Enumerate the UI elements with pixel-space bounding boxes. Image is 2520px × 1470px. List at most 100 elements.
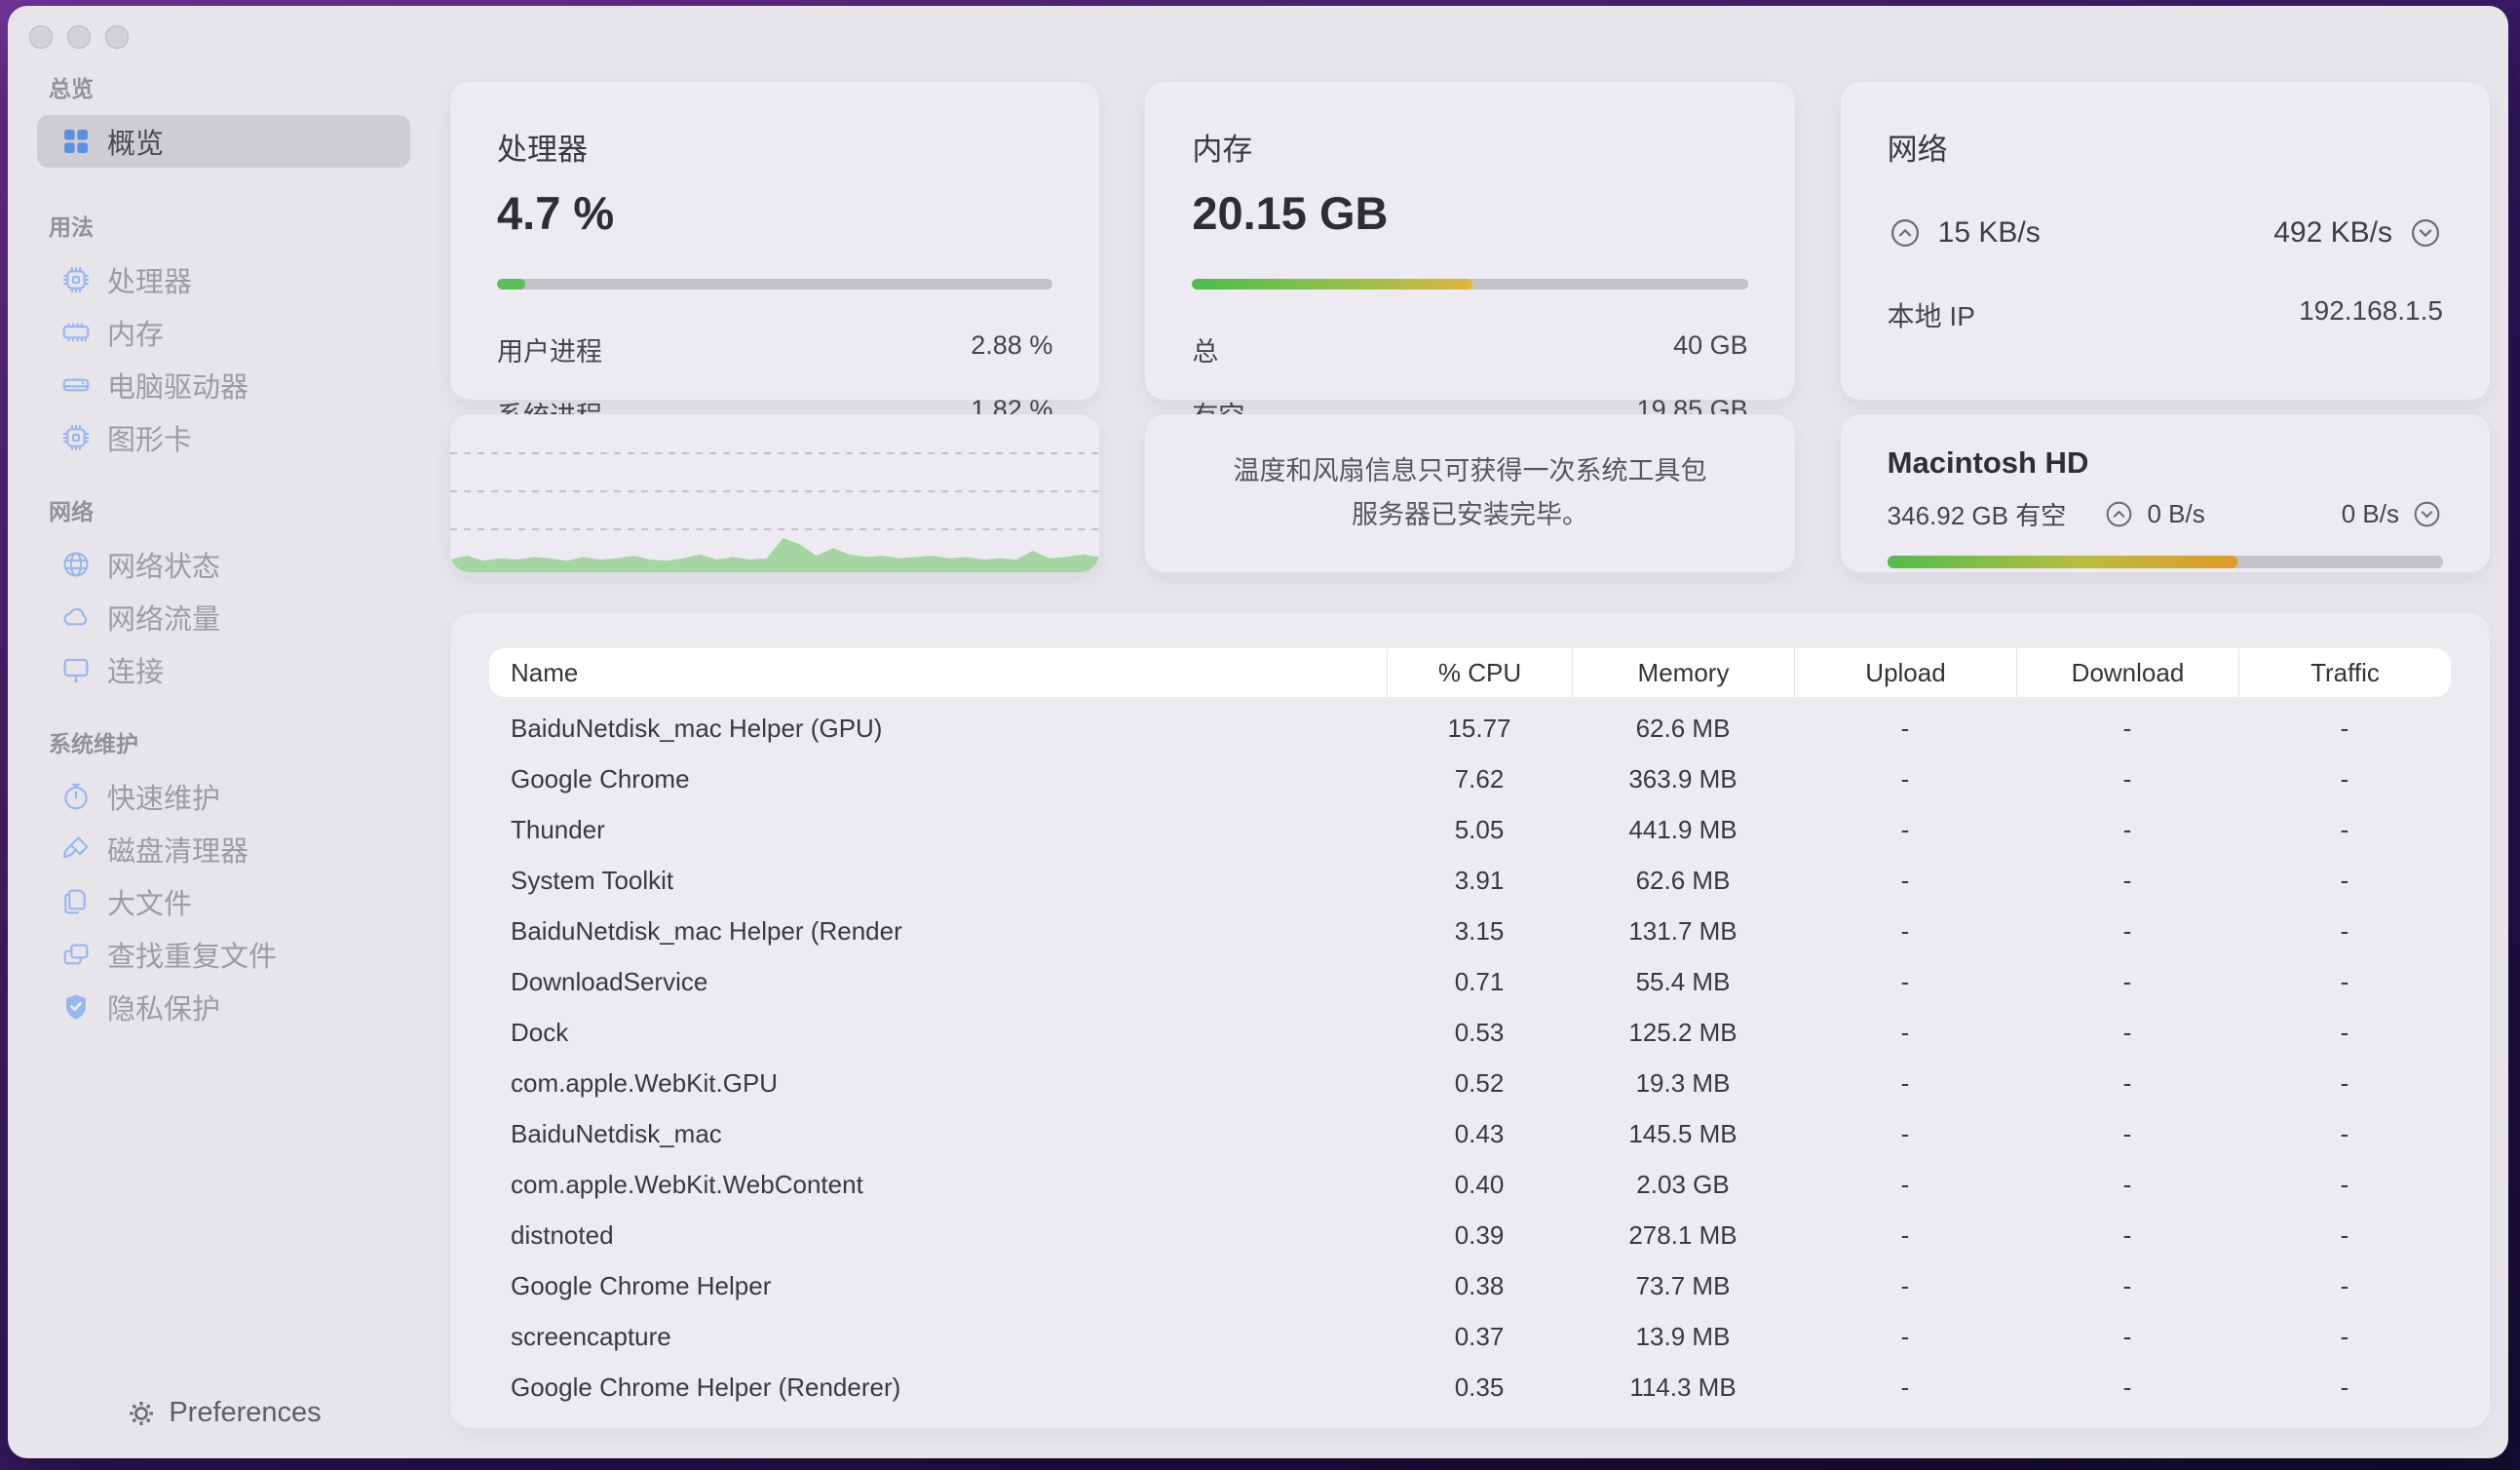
memory-card: 内存 20.15 GB 总 40 GB 有空 19.85 GB xyxy=(1145,82,1794,400)
disk-write-arrow-icon xyxy=(2103,498,2135,530)
cpu-user-label: 用户进程 xyxy=(497,330,602,368)
column-header-cpu[interactable]: % CPU xyxy=(1387,648,1572,697)
sidebar-item-label: 磁盘清理器 xyxy=(107,829,248,870)
sidebar-item-quick-maintenance[interactable]: 快速维护 xyxy=(37,770,410,823)
table-row[interactable]: Google Chrome Helper 0.38 73.7 MB - - - xyxy=(489,1260,2451,1311)
sidebar-item-find-duplicates[interactable]: 查找重复文件 xyxy=(37,928,410,981)
table-row[interactable]: com.apple.WebKit.GPU 0.52 19.3 MB - - - xyxy=(489,1058,2451,1108)
sidebar: 总览 概览 用法 处理器 内存 电脑驱动器 xyxy=(8,6,443,1458)
cpu-usage-bar-fill xyxy=(497,279,525,290)
column-header-traffic[interactable]: Traffic xyxy=(2238,648,2451,697)
sidebar-item-privacy[interactable]: 隐私保护 xyxy=(37,981,410,1033)
shield-icon xyxy=(60,991,92,1023)
table-row[interactable]: BaiduNetdisk_mac 0.43 145.5 MB - - - xyxy=(489,1108,2451,1159)
summary-cards-row: 处理器 4.7 % 用户进程 2.88 % 系统进程 1.82 % 内存 20.… xyxy=(450,82,2490,400)
sidebar-item-label: 快速维护 xyxy=(107,776,220,817)
sidebar-item-label: 电脑驱动器 xyxy=(107,365,248,406)
table-row[interactable]: screencapture 0.37 13.9 MB - - - xyxy=(489,1311,2451,1362)
process-cpu-cell: 5.05 xyxy=(1387,815,1572,845)
process-cpu-cell: 7.62 xyxy=(1387,764,1572,794)
sidebar-item-memory[interactable]: 内存 xyxy=(37,306,410,359)
table-row[interactable]: Dock 0.53 125.2 MB - - - xyxy=(489,1007,2451,1058)
sidebar-item-network-status[interactable]: 网络状态 xyxy=(37,538,410,591)
process-traffic-cell: - xyxy=(2238,967,2451,997)
cpu-card-title: 处理器 xyxy=(497,125,1052,169)
process-name-cell: Google Chrome Helper (Renderer) xyxy=(489,1373,1387,1403)
disk-usage-bar xyxy=(1888,556,2443,568)
process-download-cell: - xyxy=(2016,1373,2238,1403)
table-row[interactable]: BaiduNetdisk_mac Helper (Render 3.15 131… xyxy=(489,906,2451,956)
process-traffic-cell: - xyxy=(2238,1271,2451,1301)
zoom-button[interactable] xyxy=(105,25,129,49)
sensors-notice-card: 温度和风扇信息只可获得一次系统工具包 服务器已安装完毕。 xyxy=(1145,414,1794,572)
sidebar-item-gpu[interactable]: 图形卡 xyxy=(37,411,410,464)
process-name-cell: BaiduNetdisk_mac Helper (GPU) xyxy=(489,714,1387,744)
upload-arrow-icon xyxy=(1888,215,1923,251)
preferences-button[interactable]: Preferences xyxy=(126,1397,321,1429)
network-card-title: 网络 xyxy=(1888,125,2443,169)
table-row[interactable]: com.apple.WebKit.WebContent 0.40 2.03 GB… xyxy=(489,1159,2451,1210)
sidebar-item-cpu[interactable]: 处理器 xyxy=(37,253,410,306)
disk-card: Macintosh HD 346.92 GB 有空 0 B/s 0 B/s xyxy=(1841,414,2490,572)
network-download-value: 492 KB/s xyxy=(2273,216,2392,250)
sidebar-item-large-files[interactable]: 大文件 xyxy=(37,875,410,928)
process-name-cell: Google Chrome xyxy=(489,764,1387,794)
process-cpu-cell: 0.71 xyxy=(1387,967,1572,997)
process-traffic-cell: - xyxy=(2238,815,2451,845)
column-header-upload[interactable]: Upload xyxy=(1794,648,2016,697)
disk-read-speed: 0 B/s xyxy=(2342,498,2443,530)
sidebar-item-overview[interactable]: 概览 xyxy=(37,115,410,168)
cpu-history-chart xyxy=(450,414,1099,572)
memory-total-label: 总 xyxy=(1192,330,1218,368)
table-row[interactable]: Google Chrome 7.62 363.9 MB - - - xyxy=(489,754,2451,804)
sidebar-item-label: 处理器 xyxy=(107,259,192,300)
network-upload-value: 15 KB/s xyxy=(1938,216,2041,250)
process-cpu-cell: 0.43 xyxy=(1387,1119,1572,1149)
brush-icon xyxy=(60,833,92,865)
traffic-lights xyxy=(29,25,129,49)
table-row[interactable]: System Toolkit 3.91 62.6 MB - - - xyxy=(489,855,2451,906)
display-icon xyxy=(60,654,92,685)
sidebar-item-network-traffic[interactable]: 网络流量 xyxy=(37,591,410,643)
disk-write-speed: 0 B/s xyxy=(2103,498,2204,530)
sidebar-item-connections[interactable]: 连接 xyxy=(37,643,410,696)
memory-total-value: 40 GB xyxy=(1673,330,1748,368)
process-upload-cell: - xyxy=(1794,1322,2016,1352)
close-button[interactable] xyxy=(29,25,53,49)
process-upload-cell: - xyxy=(1794,866,2016,896)
app-window: 总览 概览 用法 处理器 内存 电脑驱动器 xyxy=(8,6,2508,1458)
sidebar-item-label: 大文件 xyxy=(107,881,192,922)
sidebar-item-disk-cleaner[interactable]: 磁盘清理器 xyxy=(37,823,410,875)
process-memory-cell: 278.1 MB xyxy=(1572,1220,1794,1251)
drive-icon xyxy=(60,369,92,401)
cpu-user-value: 2.88 % xyxy=(971,330,1052,368)
duplicate-icon xyxy=(60,939,92,970)
table-row[interactable]: Google Chrome Helper (Renderer) 0.35 114… xyxy=(489,1362,2451,1412)
minimize-button[interactable] xyxy=(67,25,91,49)
process-memory-cell: 363.9 MB xyxy=(1572,764,1794,794)
files-icon xyxy=(60,886,92,917)
column-header-memory[interactable]: Memory xyxy=(1572,648,1794,697)
table-row[interactable]: Thunder 5.05 441.9 MB - - - xyxy=(489,804,2451,855)
process-name-cell: Dock xyxy=(489,1018,1387,1048)
process-memory-cell: 2.03 GB xyxy=(1572,1170,1794,1200)
process-name-cell: com.apple.WebKit.GPU xyxy=(489,1068,1387,1099)
sidebar-item-label: 连接 xyxy=(107,649,164,690)
cpu-usage-bar xyxy=(497,279,1052,290)
process-name-cell: BaiduNetdisk_mac Helper (Render xyxy=(489,916,1387,947)
column-header-name[interactable]: Name xyxy=(489,648,1387,697)
column-header-download[interactable]: Download xyxy=(2016,648,2238,697)
cpu-user-row: 用户进程 2.88 % xyxy=(497,330,1052,368)
process-traffic-cell: - xyxy=(2238,1373,2451,1403)
process-memory-cell: 114.3 MB xyxy=(1572,1373,1794,1403)
process-table-body: BaiduNetdisk_mac Helper (GPU) 15.77 62.6… xyxy=(489,703,2451,1412)
table-row[interactable]: DownloadService 0.71 55.4 MB - - - xyxy=(489,956,2451,1007)
table-row[interactable]: distnoted 0.39 278.1 MB - - - xyxy=(489,1210,2451,1260)
process-cpu-cell: 0.35 xyxy=(1387,1373,1572,1403)
process-upload-cell: - xyxy=(1794,1373,2016,1403)
process-upload-cell: - xyxy=(1794,1220,2016,1251)
sidebar-item-drives[interactable]: 电脑驱动器 xyxy=(37,359,410,411)
table-row[interactable]: BaiduNetdisk_mac Helper (GPU) 15.77 62.6… xyxy=(489,703,2451,754)
process-name-cell: distnoted xyxy=(489,1220,1387,1251)
process-memory-cell: 125.2 MB xyxy=(1572,1018,1794,1048)
